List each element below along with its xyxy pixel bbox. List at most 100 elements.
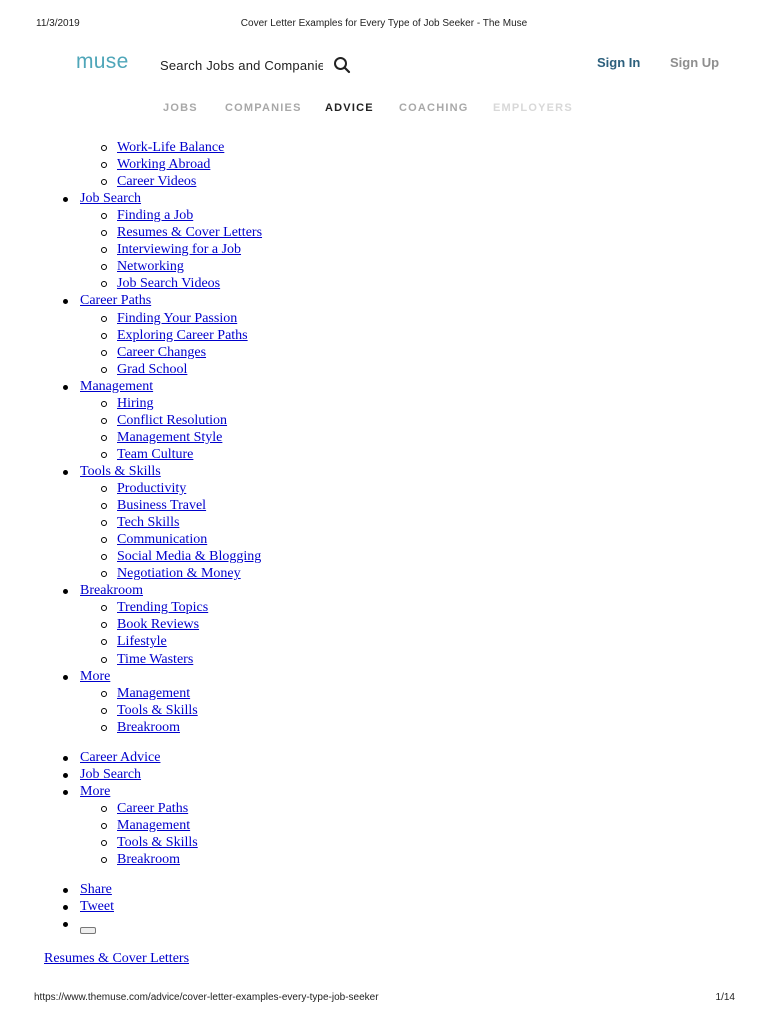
menu-item-lifestyle[interactable]: Lifestyle (117, 633, 167, 650)
menu-item-career-changes[interactable]: Career Changes (117, 344, 206, 361)
menu-item-exploring-career-paths[interactable]: Exploring Career Paths (117, 327, 248, 344)
menu-section-tweet[interactable]: Tweet (80, 898, 114, 915)
menu-section-job-search[interactable]: Job Search (80, 190, 141, 207)
bullet-marker (101, 145, 107, 151)
bullet-marker (63, 905, 68, 911)
menu-item-team-culture[interactable]: Team Culture (117, 446, 193, 463)
nav-jobs[interactable]: JOBS (163, 102, 198, 114)
nav-companies[interactable]: COMPANIES (225, 102, 302, 114)
menu-item-social-media-and-blogging[interactable]: Social Media & Blogging (117, 548, 261, 565)
menu-item-finding-your-passion[interactable]: Finding Your Passion (117, 310, 237, 327)
sign-up-link[interactable]: Sign Up (670, 55, 719, 70)
bullet-marker (101, 822, 107, 829)
bullet-marker (101, 656, 107, 663)
menu-item-tech-skills[interactable]: Tech Skills (117, 514, 179, 531)
menu-item-finding-a-job[interactable]: Finding a Job (117, 207, 193, 224)
bullet-marker (101, 247, 107, 254)
menu-section-career-paths[interactable]: Career Paths (80, 292, 151, 309)
bullet-marker (101, 486, 107, 492)
bullet-marker (63, 922, 68, 928)
bullet-marker (101, 707, 107, 714)
menu-item-work-life-balance[interactable]: Work-Life Balance (117, 139, 224, 156)
bullet-marker (63, 674, 68, 680)
menu-section-more[interactable]: More (80, 668, 110, 685)
breadcrumb-link[interactable]: Resumes & Cover Letters (44, 950, 189, 967)
menu-item-hiring[interactable]: Hiring (117, 395, 154, 412)
bullet-marker (101, 605, 107, 612)
menu-item-tools-and-skills[interactable]: Tools & Skills (117, 834, 198, 851)
menu-item-management-style[interactable]: Management Style (117, 429, 222, 446)
menu-item-management[interactable]: Management (117, 685, 190, 702)
menu-item-networking[interactable]: Networking (117, 258, 184, 275)
menu-item-tools-and-skills[interactable]: Tools & Skills (117, 702, 198, 719)
bullet-marker (63, 384, 68, 390)
bullet-marker (101, 503, 107, 510)
bullet-marker (101, 639, 107, 646)
menu-item-time-wasters[interactable]: Time Wasters (117, 651, 193, 668)
bullet-marker (101, 724, 107, 731)
menu-section-job-search[interactable]: Job Search (80, 766, 141, 783)
sign-in-link[interactable]: Sign In (597, 55, 640, 70)
muse-logo[interactable]: muse (76, 50, 129, 74)
menu-item-breakroom[interactable]: Breakroom (117, 719, 180, 736)
menu-item-negotiation-and-money[interactable]: Negotiation & Money (117, 565, 241, 582)
menu-item-career-videos[interactable]: Career Videos (117, 173, 196, 190)
search-input[interactable]: Search Jobs and Companies (160, 58, 323, 73)
bullet-marker (101, 179, 107, 186)
print-title: Cover Letter Examples for Every Type of … (240, 18, 528, 29)
bullet-marker (101, 571, 107, 578)
bullet-marker (101, 840, 107, 846)
print-page-number: 1/14 (715, 992, 735, 1003)
bullet-marker (101, 622, 107, 629)
menu-item-breakroom[interactable]: Breakroom (117, 851, 180, 868)
nav-advice[interactable]: ADVICE (325, 102, 374, 114)
bullet-marker (101, 213, 107, 220)
bullet-marker (101, 520, 107, 527)
bullet-marker (63, 589, 68, 595)
bullet-marker (63, 772, 68, 778)
search-bar[interactable]: Search Jobs and Companies (160, 54, 356, 76)
bullet-marker (101, 281, 107, 288)
menu-item-management[interactable]: Management (117, 817, 190, 834)
print-url: https://www.themuse.com/advice/cover-let… (34, 992, 379, 1003)
menu-section-career-advice[interactable]: Career Advice (80, 749, 160, 766)
bullet-marker (101, 537, 107, 544)
bullet-marker (101, 434, 107, 441)
menu-item-communication[interactable]: Communication (117, 531, 207, 548)
menu-section-breakroom[interactable]: Breakroom (80, 582, 143, 599)
bullet-marker (101, 349, 107, 356)
bullet-marker (63, 469, 68, 475)
bullet-marker (101, 230, 107, 237)
bullet-marker (101, 400, 107, 407)
bullet-marker (101, 857, 107, 864)
bullet-marker (101, 417, 107, 424)
menu-item-book-reviews[interactable]: Book Reviews (117, 616, 199, 633)
bullet-marker (101, 264, 107, 271)
menu-item-conflict-resolution[interactable]: Conflict Resolution (117, 412, 227, 429)
print-header: 11/3/2019 Cover Letter Examples for Ever… (0, 18, 768, 32)
menu-item-working-abroad[interactable]: Working Abroad (117, 156, 210, 173)
menu-item-productivity[interactable]: Productivity (117, 480, 186, 497)
nav-employers[interactable]: EMPLOYERS (493, 102, 573, 114)
menu-item-job-search-videos[interactable]: Job Search Videos (117, 275, 220, 292)
menu-item-business-travel[interactable]: Business Travel (117, 497, 206, 514)
nav-coaching[interactable]: COACHING (399, 102, 469, 114)
menu-item-resumes-and-cover-letters[interactable]: Resumes & Cover Letters (117, 224, 262, 241)
menu-section-share[interactable]: Share (80, 881, 112, 898)
menu-item-interviewing-for-a-job[interactable]: Interviewing for a Job (117, 241, 241, 258)
menu-section-management[interactable]: Management (80, 378, 153, 395)
menu-section-tools-and-skills[interactable]: Tools & Skills (80, 463, 161, 480)
bullet-marker (63, 755, 68, 761)
more-share-button[interactable] (80, 927, 96, 934)
menu-section-more[interactable]: More (80, 783, 110, 800)
menu-item-grad-school[interactable]: Grad School (117, 361, 187, 378)
bullet-marker (63, 197, 68, 203)
bullet-marker (101, 366, 107, 373)
bullet-marker (101, 690, 107, 697)
bullet-marker (63, 888, 68, 894)
bullet-marker (63, 789, 68, 795)
menu-item-trending-topics[interactable]: Trending Topics (117, 599, 208, 616)
search-icon[interactable] (333, 56, 351, 74)
menu-item-career-paths[interactable]: Career Paths (117, 800, 188, 817)
bullet-marker (101, 451, 107, 458)
